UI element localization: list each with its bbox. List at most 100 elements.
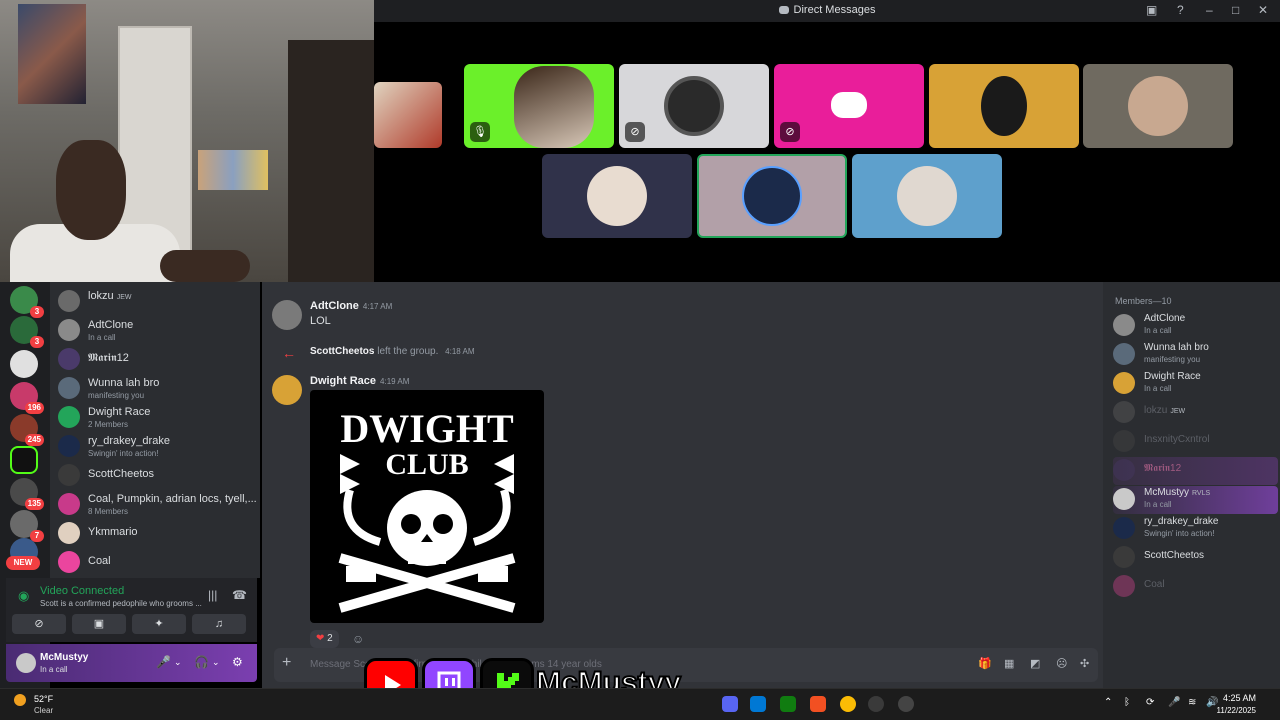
- dm-item[interactable]: Wunna lah bro manifesting you: [58, 375, 258, 403]
- apps-icon[interactable]: ✣: [1080, 657, 1089, 670]
- camera-off-button[interactable]: ⊘: [12, 614, 66, 634]
- disconnect-icon[interactable]: ☎: [232, 588, 247, 602]
- share-screen-button[interactable]: ▣: [72, 614, 126, 634]
- message-time: 4:19 AM: [380, 377, 410, 386]
- member-item-self[interactable]: McMustyy RVLS In a call: [1113, 486, 1278, 514]
- member-item[interactable]: ScottCheetos: [1113, 544, 1278, 572]
- activities-button[interactable]: ✦: [132, 614, 186, 634]
- minimize-icon[interactable]: –: [1206, 3, 1213, 17]
- server-icon[interactable]: 3: [10, 286, 44, 318]
- microphone-icon[interactable]: 🎤: [156, 655, 171, 669]
- avatar: [1113, 401, 1135, 423]
- server-icon[interactable]: 7: [10, 510, 44, 542]
- server-icon[interactable]: [10, 350, 38, 378]
- dm-item[interactable]: 𝕸𝖆𝖗𝖎𝖓12: [58, 346, 258, 374]
- dm-item[interactable]: Coal: [58, 549, 258, 577]
- inbox-icon[interactable]: ▣: [1146, 3, 1157, 17]
- headphones-icon[interactable]: 🎧: [194, 655, 209, 669]
- mic-tray-icon[interactable]: 🎤: [1168, 697, 1180, 708]
- username[interactable]: McMustyy: [40, 652, 88, 663]
- maximize-icon[interactable]: □: [1232, 3, 1239, 17]
- video-off-icon: ⊘: [625, 122, 645, 142]
- image-attachment[interactable]: DWIGHT CLUB: [310, 390, 544, 623]
- member-item[interactable]: ry_drakey_drake Swingin' into action!: [1113, 515, 1278, 543]
- message-author[interactable]: AdtClone: [310, 300, 359, 312]
- participant-tile[interactable]: ⊘: [774, 64, 924, 148]
- dm-item-group[interactable]: Dwight Race 2 Members: [58, 404, 258, 432]
- shelf-image: [288, 40, 374, 282]
- steam-taskbar-icon[interactable]: [868, 696, 884, 712]
- reaction-heart[interactable]: ❤ 2: [310, 630, 339, 648]
- avatar: [1113, 343, 1135, 365]
- member-item[interactable]: lokzu JEW: [1113, 399, 1278, 427]
- new-badge[interactable]: NEW: [6, 556, 40, 570]
- member-item[interactable]: Dwight Race In a call: [1113, 370, 1278, 398]
- chevron-down-icon[interactable]: ⌄: [212, 657, 220, 668]
- gif-icon[interactable]: ▦: [1004, 657, 1014, 670]
- server-icon[interactable]: 135: [10, 478, 44, 510]
- xbox-taskbar-icon[interactable]: [780, 696, 796, 712]
- app-taskbar-icon[interactable]: [810, 696, 826, 712]
- dm-item[interactable]: ScottCheetos: [58, 462, 258, 490]
- clock-time[interactable]: 4:25 AM: [1223, 693, 1256, 703]
- dm-item[interactable]: Ykmmario: [58, 520, 258, 548]
- gift-icon[interactable]: 🎁: [978, 657, 992, 670]
- message-text: LOL: [310, 315, 331, 327]
- screen-share-tile[interactable]: [374, 82, 442, 148]
- dm-item[interactable]: AdtClone In a call: [58, 317, 258, 345]
- server-icon[interactable]: 3: [10, 316, 44, 348]
- deafened-icon: ⊘: [780, 122, 800, 142]
- participant-tile[interactable]: [542, 154, 692, 238]
- weather-condition[interactable]: Clear: [34, 706, 53, 715]
- attach-plus-icon[interactable]: +: [282, 654, 291, 672]
- clock-date[interactable]: 11/22/2025: [1217, 706, 1256, 715]
- participant-tile[interactable]: [852, 154, 1002, 238]
- weather-icon[interactable]: [14, 694, 26, 706]
- store-taskbar-icon[interactable]: [750, 696, 766, 712]
- member-item[interactable]: InsxnityCxntrol: [1113, 428, 1278, 456]
- chevron-down-icon[interactable]: ⌄: [174, 657, 182, 668]
- settings-icon[interactable]: ⚙: [232, 655, 243, 669]
- server-icon[interactable]: 245: [10, 414, 44, 446]
- dm-item[interactable]: lokzu JEW: [58, 288, 258, 316]
- sticker-icon[interactable]: ◩: [1030, 657, 1040, 670]
- tray-chevron-icon[interactable]: ⌃: [1104, 697, 1112, 708]
- dm-item[interactable]: ry_drakey_drake Swingin' into action!: [58, 433, 258, 461]
- avatar[interactable]: [272, 375, 302, 405]
- dm-item-group[interactable]: Coal, Pumpkin, adrian locs, tyell,... 8 M…: [58, 491, 258, 519]
- add-reaction-icon[interactable]: ☺: [352, 632, 364, 646]
- participant-tile[interactable]: [1083, 64, 1233, 148]
- user-status: In a call: [40, 665, 68, 674]
- message-author[interactable]: Dwight Race: [310, 375, 376, 387]
- avatar[interactable]: [272, 300, 302, 330]
- wifi-icon[interactable]: ≋: [1188, 697, 1196, 708]
- voice-status[interactable]: Video Connected: [40, 585, 124, 597]
- server-icon[interactable]: 196: [10, 382, 44, 414]
- participant-tile[interactable]: 🎙: [464, 64, 614, 148]
- weather-temp[interactable]: 52°F: [34, 694, 53, 704]
- close-icon[interactable]: ✕: [1258, 3, 1268, 17]
- avatar[interactable]: [16, 653, 36, 673]
- member-item[interactable]: Wunna lah bro manifesting you: [1113, 341, 1278, 369]
- bluetooth-icon[interactable]: ᛒ: [1124, 697, 1130, 708]
- voice-channel[interactable]: Scott is a confirmed pedophile who groom…: [40, 599, 202, 608]
- avatar: [1113, 488, 1135, 510]
- embed-title-line2: CLUB: [385, 448, 468, 481]
- clan-tag: RVLS: [1192, 490, 1211, 497]
- member-item[interactable]: 𝕸𝖆𝖗𝖎𝖓12: [1113, 457, 1278, 485]
- noise-suppression-icon[interactable]: |||: [208, 588, 217, 602]
- help-icon[interactable]: ?: [1177, 3, 1184, 17]
- participant-tile[interactable]: ⊘: [619, 64, 769, 148]
- soundboard-button[interactable]: ♫: [192, 614, 246, 634]
- participant-tile-speaking[interactable]: [697, 154, 847, 238]
- emoji-icon[interactable]: ☹: [1056, 657, 1067, 670]
- participant-tile[interactable]: [929, 64, 1079, 148]
- member-item[interactable]: AdtClone In a call: [1113, 312, 1278, 340]
- kick-server-icon[interactable]: [10, 446, 38, 474]
- avatar: [58, 522, 80, 544]
- chrome-taskbar-icon[interactable]: [840, 696, 856, 712]
- sync-icon[interactable]: ⟳: [1146, 697, 1154, 708]
- member-item[interactable]: Coal: [1113, 573, 1278, 601]
- discord-taskbar-icon[interactable]: [722, 696, 738, 712]
- obs-taskbar-icon[interactable]: [898, 696, 914, 712]
